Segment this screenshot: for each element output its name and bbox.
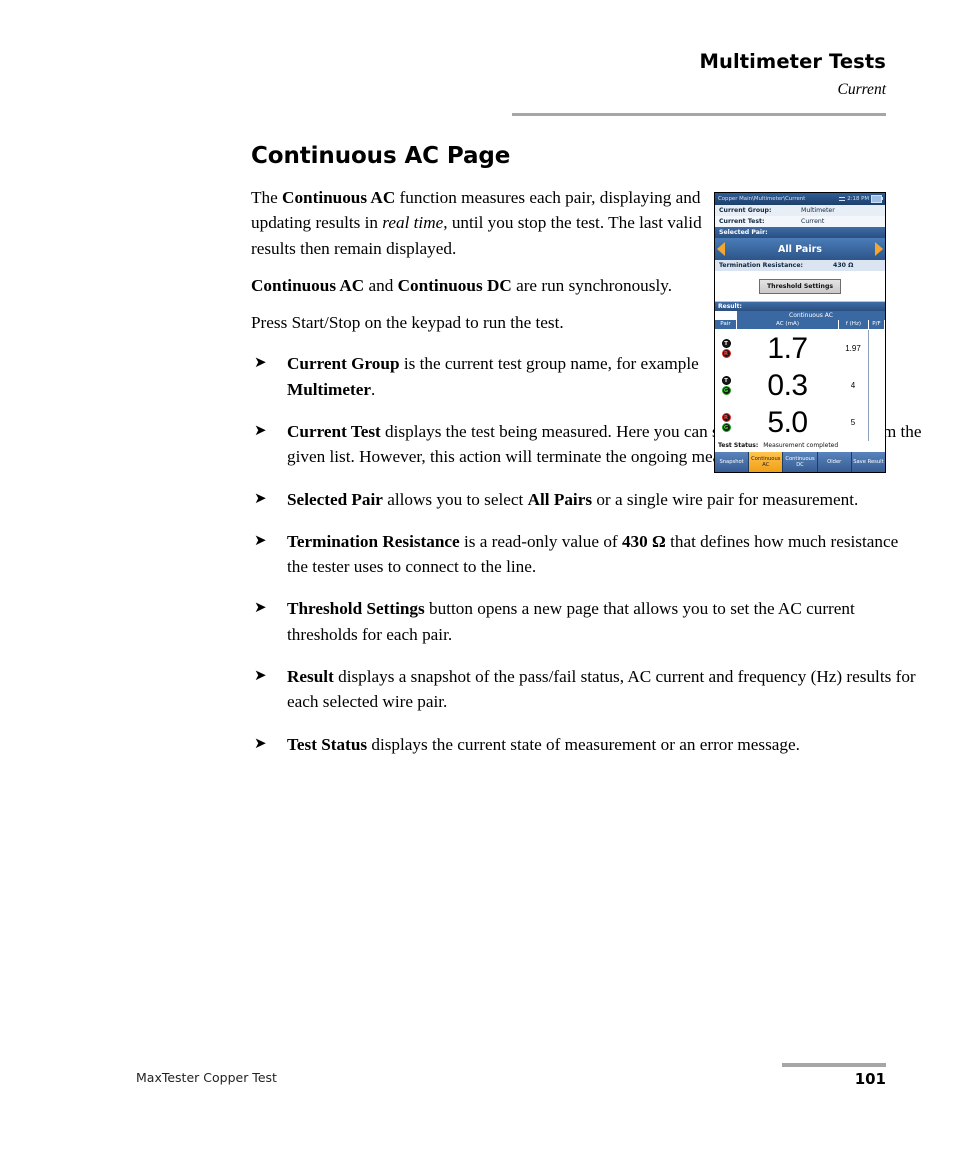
current-test-label: Current Test: xyxy=(719,218,765,225)
threshold-settings-area: Threshold Settings xyxy=(715,271,885,302)
result-rows: T R 1.7 1.97 T G 0.3 4 R G 5.0 5 xyxy=(715,330,885,441)
bullet-text: Test Status displays the current state o… xyxy=(287,734,800,754)
header-title: Multimeter Tests xyxy=(699,50,886,73)
battery-icon xyxy=(871,195,884,203)
selected-pair-selector[interactable]: All Pairs xyxy=(715,238,885,260)
paragraph-p1: The Continuous AC function measures each… xyxy=(251,188,702,258)
ac-current-value: 1.7 xyxy=(767,331,808,365)
termination-resistance-row: Termination Resistance: 430 Ω xyxy=(715,260,885,271)
selected-pair-value: All Pairs xyxy=(778,243,822,255)
device-screenshot: Copper Main\Multimeter\Current 2:18 PM C… xyxy=(714,192,886,473)
pass-fail-cell xyxy=(868,404,885,441)
current-group-label: Current Group: xyxy=(719,207,772,214)
frequency-value: 1.97 xyxy=(845,344,861,353)
wire-dot-t: T xyxy=(721,339,731,348)
footer-divider xyxy=(782,1063,886,1067)
device-button-save-result[interactable]: Save Result xyxy=(851,452,885,472)
bullet-arrow-icon: ➤ xyxy=(254,530,267,549)
wire-letter: T xyxy=(724,377,728,384)
current-group-value[interactable]: Multimeter xyxy=(801,205,881,216)
device-clock: 2:18 PM xyxy=(847,196,869,202)
current-test-row: Current Test: Current xyxy=(715,216,885,227)
bullet-item: ➤ Termination Resistance is a read-only v… xyxy=(251,529,922,580)
wire-letter: G xyxy=(723,387,729,394)
pair-indicator: TR xyxy=(715,339,737,358)
bullet-text: Current Group is the current test group … xyxy=(287,354,699,399)
test-status-row: Test Status: Measurement completed xyxy=(715,441,885,452)
device-button-continuous-dc[interactable]: Continuous DC xyxy=(783,452,818,472)
bullet-item: ➤ Result displays a snapshot of the pass/… xyxy=(251,664,922,715)
device-button-older[interactable]: Older xyxy=(817,452,852,472)
pass-fail-cell xyxy=(868,367,885,404)
paragraph-p2: Continuous AC and Continuous DC are run … xyxy=(251,275,672,295)
wire-letter: R xyxy=(724,414,728,421)
result-row: R G 5.0 5 xyxy=(715,404,885,441)
network-icon xyxy=(839,196,846,202)
wire-dot-g: G xyxy=(721,386,731,395)
bullet-arrow-icon: ➤ xyxy=(254,488,267,507)
pair-indicator: RG xyxy=(715,413,737,432)
ac-current-value: 0.3 xyxy=(767,368,808,402)
bullet-arrow-icon: ➤ xyxy=(254,353,267,372)
result-row: T R 1.7 1.97 xyxy=(715,330,885,367)
bullet-arrow-icon: ➤ xyxy=(254,420,267,439)
page-header: Multimeter Tests Current xyxy=(512,50,886,99)
bullet-item: ➤ Current Group is the current test group… xyxy=(251,351,707,402)
page-title: Continuous AC Page xyxy=(251,143,511,169)
selected-pair-label: Selected Pair: xyxy=(715,227,885,238)
device-status-icons: 2:18 PM xyxy=(839,193,884,205)
device-breadcrumb: Copper Main\Multimeter\Current xyxy=(718,196,806,202)
bullet-item: ➤ Selected Pair allows you to select All … xyxy=(251,487,922,512)
column-header-frequency: f (Hz) xyxy=(839,320,869,329)
frequency-value: 5 xyxy=(850,418,856,427)
termination-resistance-label: Termination Resistance: xyxy=(719,262,804,269)
bullet-text: Result displays a snapshot of the pass/f… xyxy=(287,666,916,712)
wire-dot-r: R xyxy=(721,349,731,358)
current-group-row: Current Group: Multimeter xyxy=(715,205,885,216)
device-button-continuous-ac[interactable]: Continuous AC xyxy=(749,452,784,472)
footer-product-name: MaxTester Copper Test xyxy=(136,1070,277,1085)
chevron-right-icon[interactable] xyxy=(875,242,883,256)
threshold-settings-button[interactable]: Threshold Settings xyxy=(758,278,842,294)
chevron-left-icon[interactable] xyxy=(717,242,725,256)
bullet-text: Threshold Settings button opens a new pa… xyxy=(287,599,855,644)
bullet-text: Termination Resistance is a read-only va… xyxy=(287,531,899,577)
paragraph-p3: Press Start/Stop on the keypad to run th… xyxy=(251,313,564,333)
current-test-value[interactable]: Current xyxy=(801,216,881,227)
bullet-arrow-icon: ➤ xyxy=(254,598,267,617)
device-button-bar: Snapshot Continuous AC Continuous DC Older S… xyxy=(715,452,885,472)
device-titlebar: Copper Main\Multimeter\Current 2:18 PM xyxy=(715,193,885,205)
result-column-headers: Pair AC (mA) f (Hz) P/F xyxy=(715,320,885,330)
wire-letter: T xyxy=(724,340,728,347)
ac-current-value: 5.0 xyxy=(767,405,808,439)
frequency-value: 4 xyxy=(850,381,856,390)
test-status-label: Test Status: xyxy=(718,442,759,449)
bullet-text: Selected Pair allows you to select All P… xyxy=(287,489,859,509)
pass-fail-cell xyxy=(868,330,885,367)
test-status-value: Measurement completed xyxy=(763,442,839,449)
result-row: T G 0.3 4 xyxy=(715,367,885,404)
result-test-name: Continuous AC xyxy=(715,311,885,320)
column-header-passfail: P/F xyxy=(869,320,885,329)
result-section-label: Result: xyxy=(715,302,885,311)
column-header-pair: Pair xyxy=(715,320,737,329)
wire-dot-g: G xyxy=(721,423,731,432)
bullet-arrow-icon: ➤ xyxy=(254,733,267,752)
wire-dot-r: R xyxy=(721,413,731,422)
wire-letter: R xyxy=(724,350,728,357)
bullet-arrow-icon: ➤ xyxy=(254,665,267,684)
bullet-item: ➤ Test Status displays the current state … xyxy=(251,732,922,757)
header-subtitle: Current xyxy=(837,81,886,99)
termination-resistance-value: 430 Ω xyxy=(833,262,854,269)
header-divider xyxy=(512,113,886,116)
column-header-ac: AC (mA) xyxy=(737,320,839,329)
device-button-snapshot[interactable]: Snapshot xyxy=(715,452,750,472)
pair-indicator: TG xyxy=(715,376,737,395)
bullet-item: ➤ Threshold Settings button opens a new p… xyxy=(251,596,922,647)
footer-page-number: 101 xyxy=(854,1070,886,1088)
wire-dot-t: T xyxy=(721,376,731,385)
wire-letter: G xyxy=(723,424,729,431)
